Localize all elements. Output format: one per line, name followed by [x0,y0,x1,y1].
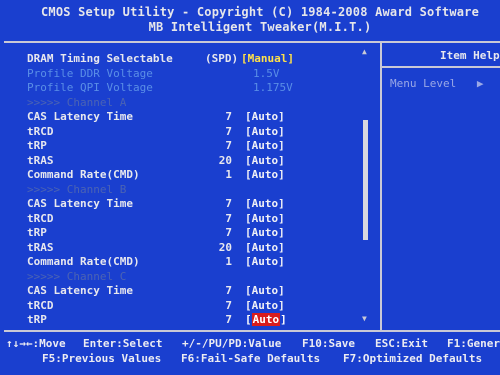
spd-indicator: (SPD) [205,52,239,65]
setting-label: Profile DDR Voltage [27,66,153,80]
setting-row[interactable]: Profile DDR Voltage 1.5V [0,67,380,81]
setting-value[interactable]: [Manual] [241,52,294,65]
title-line-1: CMOS Setup Utility - Copyright (C) 1984-… [40,5,480,19]
current-timing-value: 7 [225,197,232,210]
menu-level: Menu Level ▶ [390,77,483,90]
current-timing-value: 7 [225,139,232,152]
setting-label: tRCD [27,298,54,312]
highlight-cursor[interactable]: Auto [251,313,281,326]
current-timing-value: 7 [225,211,232,225]
setting-label: CAS Latency Time [27,284,133,297]
setting-value[interactable]: [Auto] [245,125,285,138]
setting-label: Command Rate(CMD) [27,168,140,181]
setting-label: tRP [27,226,47,239]
setting-label: >>>>> Channel B [27,182,127,196]
setting-row[interactable]: Command Rate(CMD) 1 [Auto] [0,168,380,182]
setting-value[interactable]: [Auto] [245,299,285,312]
setting-label: Profile QPI Voltage [27,81,153,94]
setting-label: tRAS [27,153,54,167]
footer-optimized: F7:Optimized Defaults [343,352,483,365]
setting-label: >>>>> Channel C [27,269,127,283]
current-timing-value: 7 [225,313,232,326]
setting-label: tRCD [27,211,54,225]
item-help-title: Item Help [440,49,500,62]
setting-label: CAS Latency Time [27,110,133,123]
setting-row[interactable]: tRP 7 [Auto] [0,313,380,327]
current-timing-value: 20 [218,153,232,167]
footer-exit: ESC:Exit [375,337,428,350]
title-line-2: MB Intelligent Tweaker(M.I.T.) [148,20,372,34]
current-timing-value: 1 [225,255,232,268]
setting-label: tRCD [27,124,54,138]
current-timing-value: 7 [225,110,232,123]
setting-value[interactable]: [Auto] [245,139,285,152]
setting-value[interactable]: [Auto] [245,168,285,181]
setting-row[interactable]: tRP 7 [Auto] [0,226,380,240]
setting-row[interactable]: CAS Latency Time 7 [Auto] [0,110,380,124]
setting-value[interactable]: [Auto] [245,212,285,225]
setting-value[interactable]: [Auto] [245,197,285,210]
scrollbar-thumb[interactable] [363,120,368,240]
setting-value: 1.175V [253,81,293,94]
setting-row[interactable]: DRAM Timing Selectable (SPD) [Manual] [0,52,380,66]
setting-row[interactable]: CAS Latency Time 7 [Auto] [0,197,380,211]
help-divider [382,66,500,68]
current-timing-value: 7 [225,124,232,138]
setting-value[interactable]: [Auto] [245,284,285,297]
footer-fail-safe: F6:Fail-Safe Defaults [181,352,321,365]
selected-setting-value[interactable]: [Auto] [245,313,287,326]
setting-value[interactable]: [Auto] [245,241,285,254]
title-bar: CMOS Setup Utility - Copyright (C) 1984-… [0,0,500,40]
setting-value[interactable]: [Auto] [245,154,285,167]
setting-value[interactable]: [Auto] [245,226,285,239]
footer-select: Enter:Select [83,337,163,350]
current-timing-value: 7 [225,298,232,312]
setting-row[interactable]: CAS Latency Time 7 [Auto] [0,284,380,298]
setting-row[interactable]: Command Rate(CMD) 1 [Auto] [0,255,380,269]
footer-previous-values: F5:Previous Values [42,352,162,365]
setting-row[interactable]: Profile QPI Voltage 1.175V [0,81,380,95]
setting-label: DRAM Timing Selectable [27,52,173,65]
current-timing-value: 7 [225,284,232,297]
current-timing-value: 20 [218,240,232,254]
bracket-close: ] [280,313,287,326]
bottom-divider [4,330,500,332]
setting-label: tRP [27,313,47,326]
setting-row[interactable]: tRAS 20 [Auto] [0,241,380,255]
menu-level-label: Menu Level [390,77,457,90]
channel-header: >>>>> Channel B [0,183,380,197]
setting-row[interactable]: tRCD 7 [Auto] [0,299,380,313]
footer-value: +/-/PU/PD:Value [182,337,282,350]
setting-value: 1.5V [253,66,280,80]
current-timing-value: 1 [225,168,232,181]
scroll-up-icon[interactable]: ▲ [362,47,367,56]
setting-label: CAS Latency Time [27,197,133,210]
bios-screen: CMOS Setup Utility - Copyright (C) 1984-… [0,0,500,375]
current-timing-value: 7 [225,226,232,239]
menu-level-arrow-icon: ▶ [476,77,484,90]
setting-row[interactable]: tRCD 7 [Auto] [0,125,380,139]
channel-header: >>>>> Channel A [0,96,380,110]
top-divider [4,41,500,43]
setting-label: tRAS [27,240,54,254]
footer-move: ↑↓→←:Move [6,337,66,350]
footer-save: F10:Save [302,337,355,350]
bracket-open: [ [245,313,252,326]
setting-value[interactable]: [Auto] [245,110,285,123]
setting-row[interactable]: tRCD 7 [Auto] [0,212,380,226]
setting-row[interactable]: tRP 7 [Auto] [0,139,380,153]
setting-value[interactable]: [Auto] [245,255,285,268]
setting-row[interactable]: tRAS 20 [Auto] [0,154,380,168]
vertical-divider [380,42,382,331]
channel-header: >>>>> Channel C [0,270,380,284]
setting-label: >>>>> Channel A [27,95,127,109]
scroll-down-icon[interactable]: ▼ [362,314,367,323]
setting-label: tRP [27,139,47,152]
setting-label: Command Rate(CMD) [27,255,140,268]
footer-help: F1:General Help [447,337,500,350]
